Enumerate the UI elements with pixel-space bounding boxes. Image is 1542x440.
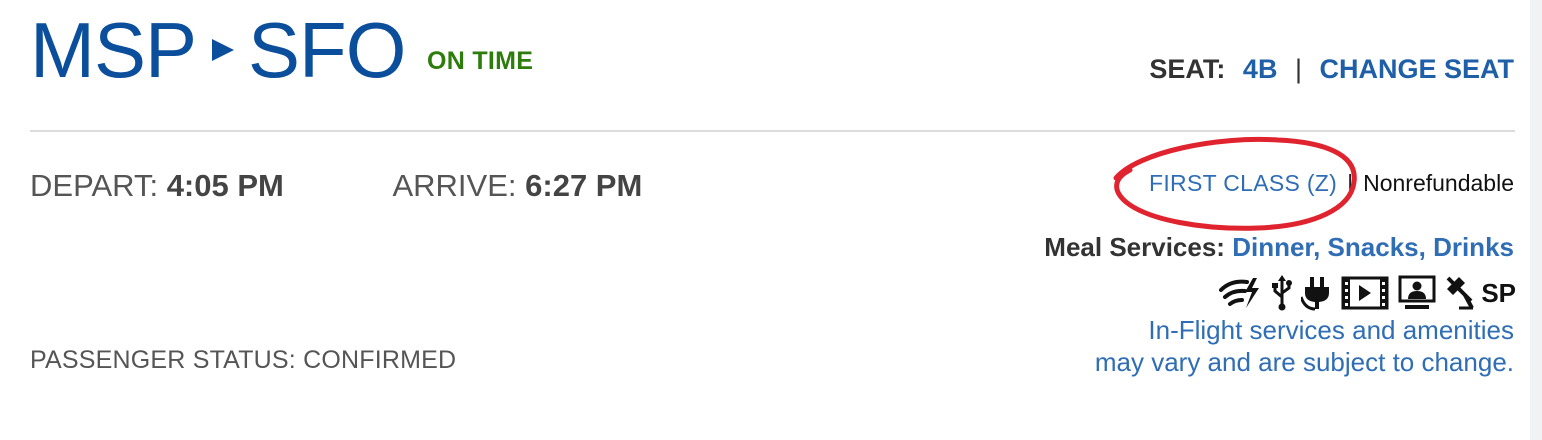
disclaimer-line-2: may vary and are subject to change. [1094,347,1514,377]
fare-class-link[interactable]: FIRST CLASS (Z) [1149,170,1337,196]
flight-times: DEPART: 4:05 PM ARRIVE: 6:27 PM [30,168,642,204]
satellite-icon [1446,276,1475,310]
fare-info: FIRST CLASS (Z) | Nonrefundable [1149,170,1514,197]
seat-label: SEAT: [1149,54,1226,84]
origin-airport: MSP [30,6,197,94]
page-edge-gutter [1530,0,1542,440]
passenger-status: PASSENGER STATUS: CONFIRMED [30,346,457,374]
flight-details-page: MSP SFO ON TIME SEAT: 4B | CHANGE SEAT D… [0,0,1542,440]
amenities-disclaimer: In-Flight services and amenities may var… [1095,314,1514,378]
fare-separator: | [1347,170,1354,196]
seat-number: 4B [1242,54,1278,84]
amenity-icons: SP [1217,274,1516,312]
wifi-icon [1219,278,1260,308]
meal-services-link[interactable]: Dinner, Snacks, Drinks [1232,232,1514,262]
depart-label: DEPART: [30,168,159,203]
depart-time: 4:05 PM [166,168,284,203]
video-icon [1341,276,1389,310]
section-divider [30,130,1515,132]
meal-services: Meal Services: Dinner, Snacks, Drinks [1044,232,1514,263]
usb-icon [1272,275,1293,311]
power-outlet-icon [1301,277,1330,311]
route-arrow-icon [212,39,235,61]
arrive-label: ARRIVE: [392,168,517,203]
refundability-text: Nonrefundable [1363,170,1514,196]
disclaimer-line-1: In-Flight services and amenities [1148,315,1514,345]
arrive-time: 6:27 PM [525,168,643,203]
sp-label-icon: SP [1481,277,1516,308]
meal-services-label: Meal Services: [1044,232,1225,262]
flight-route: MSP SFO [30,6,406,94]
personal-screen-icon [1398,275,1436,309]
seat-info: SEAT: 4B | CHANGE SEAT [1149,54,1514,85]
change-seat-link[interactable]: CHANGE SEAT [1319,54,1514,84]
destination-airport: SFO [248,6,406,94]
seat-separator: | [1294,54,1302,84]
flight-status-badge: ON TIME [427,47,534,75]
